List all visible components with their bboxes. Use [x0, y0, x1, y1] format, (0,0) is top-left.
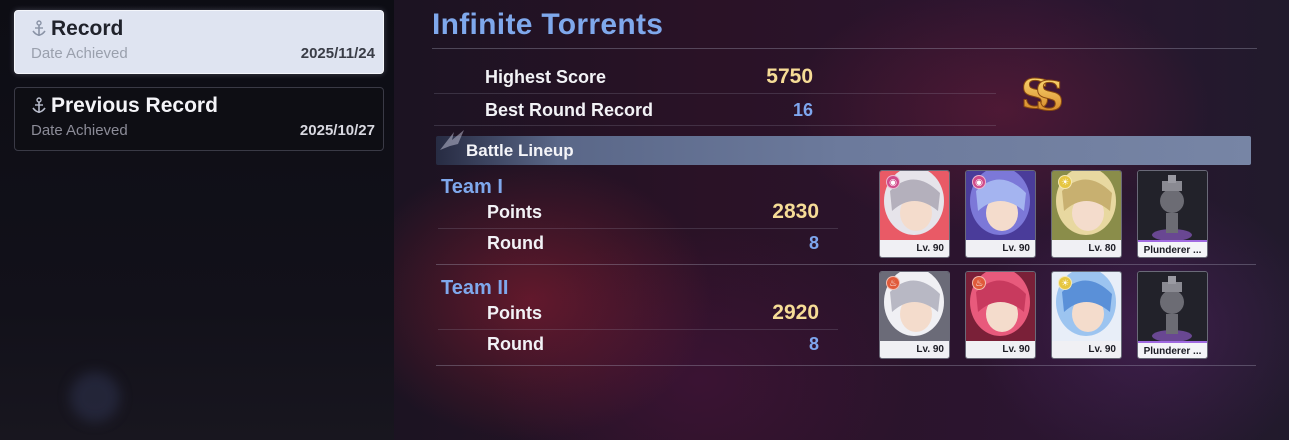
character-card[interactable]: ◉ Lv. 90 [965, 170, 1036, 258]
record-tab-label: Record [51, 17, 124, 40]
relic-card[interactable]: Plunderer ... [1137, 271, 1208, 359]
wing-decoration-icon [440, 130, 464, 150]
team-name: Team I [441, 176, 503, 198]
best-round-value: 16 [792, 100, 813, 120]
team-round-label: Round [487, 233, 544, 253]
character-card[interactable]: ♨ Lv. 90 [879, 271, 950, 359]
record-tab-label: Previous Record [51, 94, 218, 117]
light-element-icon: ☀ [1058, 276, 1072, 290]
highest-score-label: Highest Score [485, 67, 607, 87]
divider [436, 365, 1256, 366]
battle-lineup-label: Battle Lineup [466, 141, 574, 160]
character-card[interactable]: ◉ Lv. 90 [879, 170, 950, 258]
team-name: Team II [441, 277, 509, 299]
team-round-label: Round [487, 334, 544, 354]
team-points-label: Points [487, 202, 543, 222]
date-achieved-label: Date Achieved [31, 122, 128, 139]
light-element-icon: ☀ [1058, 175, 1072, 189]
divider [434, 125, 996, 126]
relic-name: Plunderer ... [1138, 341, 1207, 358]
character-level: Lv. 90 [966, 341, 1035, 358]
divider [436, 264, 1256, 265]
team-round-value: 8 [808, 233, 819, 253]
record-sidebar: Record Date Achieved 2025/11/24 Previous… [0, 0, 394, 440]
anchor-icon [32, 97, 46, 113]
relic-bust-icon [1138, 272, 1207, 342]
s-rank-icon: S S [1021, 71, 1065, 117]
mode-title: Infinite Torrents [432, 8, 664, 41]
team-round-value: 8 [808, 334, 819, 354]
highest-score-value: 5750 [766, 65, 813, 88]
character-card[interactable]: ♨ Lv. 90 [965, 271, 1036, 359]
divider [438, 228, 838, 229]
record-tab-previous[interactable]: Previous Record Date Achieved 2025/10/27 [14, 87, 384, 151]
svg-text:S: S [1035, 73, 1064, 116]
relic-bust-icon [1138, 171, 1207, 241]
best-round-label: Best Round Record [485, 100, 654, 120]
psyche-element-icon: ◉ [972, 175, 986, 189]
record-tab-current[interactable]: Record Date Achieved 2025/11/24 [14, 10, 384, 74]
team-points-label: Points [487, 303, 543, 323]
team-points-value: 2830 [772, 200, 819, 223]
fire-element-icon: ♨ [972, 276, 986, 290]
character-level: Lv. 80 [1052, 240, 1121, 257]
psyche-element-icon: ◉ [886, 175, 900, 189]
date-achieved-value: 2025/11/24 [300, 45, 375, 62]
relic-name: Plunderer ... [1138, 240, 1207, 257]
character-level: Lv. 90 [880, 341, 949, 358]
divider [434, 93, 996, 94]
date-achieved-value: 2025/10/27 [299, 122, 375, 139]
divider [438, 329, 838, 330]
character-level: Lv. 90 [966, 240, 1035, 257]
anchor-icon [32, 20, 46, 36]
date-achieved-label: Date Achieved [31, 45, 128, 62]
team-points-value: 2920 [772, 301, 819, 324]
divider [432, 48, 1257, 49]
character-level: Lv. 90 [1052, 341, 1121, 358]
character-level: Lv. 90 [880, 240, 949, 257]
character-card[interactable]: ☀ Lv. 90 [1051, 271, 1122, 359]
relic-card[interactable]: Plunderer ... [1137, 170, 1208, 258]
fire-element-icon: ♨ [886, 276, 900, 290]
blurred-button-icon [70, 372, 120, 422]
character-card[interactable]: ☀ Lv. 80 [1051, 170, 1122, 258]
